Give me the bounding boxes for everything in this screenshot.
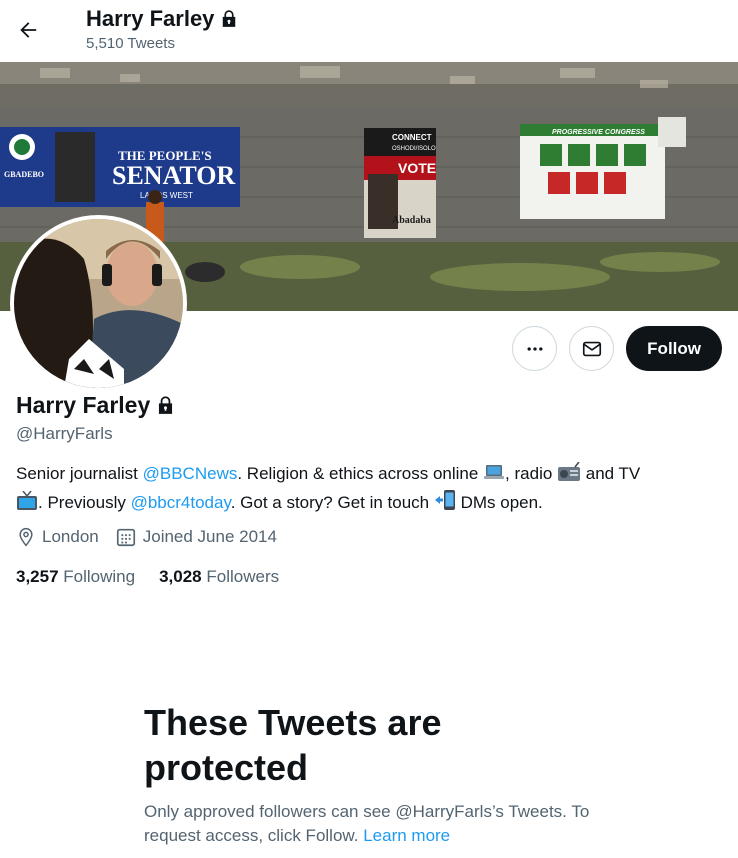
- followers-link[interactable]: 3,028 Followers: [159, 567, 279, 587]
- mobile-arrow-icon: [434, 489, 456, 518]
- bio-text: . Religion & ethics across online: [237, 464, 484, 483]
- follow-button[interactable]: Follow: [626, 326, 722, 371]
- follow-stats: 3,257 Following 3,028 Followers: [16, 567, 303, 587]
- bio-text: and TV: [581, 464, 641, 483]
- calendar-icon: [116, 528, 135, 547]
- followers-count: 3,028: [159, 567, 202, 586]
- profile-handle: @HarryFarls: [16, 424, 113, 443]
- svg-text:LAGOS WEST: LAGOS WEST: [140, 191, 193, 200]
- protected-title: These Tweets are protected: [144, 702, 442, 788]
- profile-bio: Senior journalist @BBCNews. Religion & e…: [16, 461, 716, 518]
- lock-icon: [159, 396, 173, 414]
- back-button[interactable]: [10, 12, 46, 48]
- following-link[interactable]: 3,257 Following: [16, 567, 135, 587]
- svg-text:GBADEBO: GBADEBO: [4, 170, 44, 179]
- bio-text: , radio: [505, 464, 558, 483]
- mention-link-bbcr4today[interactable]: @bbcr4today: [131, 493, 231, 512]
- svg-text:Abadaba: Abadaba: [392, 215, 431, 226]
- followers-label: Followers: [206, 567, 280, 586]
- tweet-count: 5,510 Tweets: [86, 35, 175, 52]
- learn-more-link[interactable]: Learn more: [363, 826, 450, 845]
- svg-text:SENATOR: SENATOR: [112, 161, 236, 190]
- bio-text: . Previously: [38, 493, 131, 512]
- header-title: Harry Farley: [86, 6, 239, 32]
- profile-actions: Follow: [512, 326, 722, 371]
- profile-name: Harry Farley: [16, 392, 176, 419]
- protected-notice: These Tweets are protected Only approved…: [144, 700, 604, 848]
- lock-icon: [223, 10, 236, 27]
- bio-text: DMs open.: [455, 493, 543, 512]
- svg-text:VOTE: VOTE: [398, 160, 436, 176]
- bio-text: Senior journalist: [16, 464, 143, 483]
- svg-text:OSHODI/ISOLO: OSHODI/ISOLO: [392, 146, 436, 152]
- avatar-image: [14, 219, 183, 388]
- message-button[interactable]: [569, 326, 615, 371]
- join-date-text: Joined June 2014: [142, 527, 277, 546]
- arrow-left-icon: [20, 22, 37, 38]
- tv-icon: [16, 490, 38, 518]
- more-icon: [527, 346, 543, 351]
- profile-meta: London Joined June 2014: [16, 526, 293, 548]
- following-count: 3,257: [16, 567, 59, 586]
- mention-link-bbcnews[interactable]: @BBCNews: [143, 464, 238, 483]
- profile-name-text: Harry Farley: [16, 392, 151, 418]
- bio-text: . Got a story? Get in touch: [230, 493, 434, 512]
- following-label: Following: [63, 567, 136, 586]
- join-date: Joined June 2014: [115, 526, 277, 548]
- profile-avatar[interactable]: [10, 215, 187, 392]
- location: London: [16, 527, 99, 547]
- more-button[interactable]: [512, 326, 558, 371]
- radio-icon: [557, 461, 581, 489]
- location-text: London: [42, 527, 99, 546]
- header-name: Harry Farley: [86, 6, 215, 31]
- svg-text:CONNECT: CONNECT: [392, 133, 432, 142]
- top-bar: Harry Farley 5,510 Tweets: [0, 0, 738, 62]
- svg-text:PROGRESSIVE CONGRESS: PROGRESSIVE CONGRESS: [552, 129, 645, 136]
- protected-body: Only approved followers can see @HarryFa…: [144, 800, 604, 848]
- location-pin-icon: [19, 527, 33, 547]
- laptop-icon: [483, 462, 505, 489]
- mail-icon: [582, 341, 601, 356]
